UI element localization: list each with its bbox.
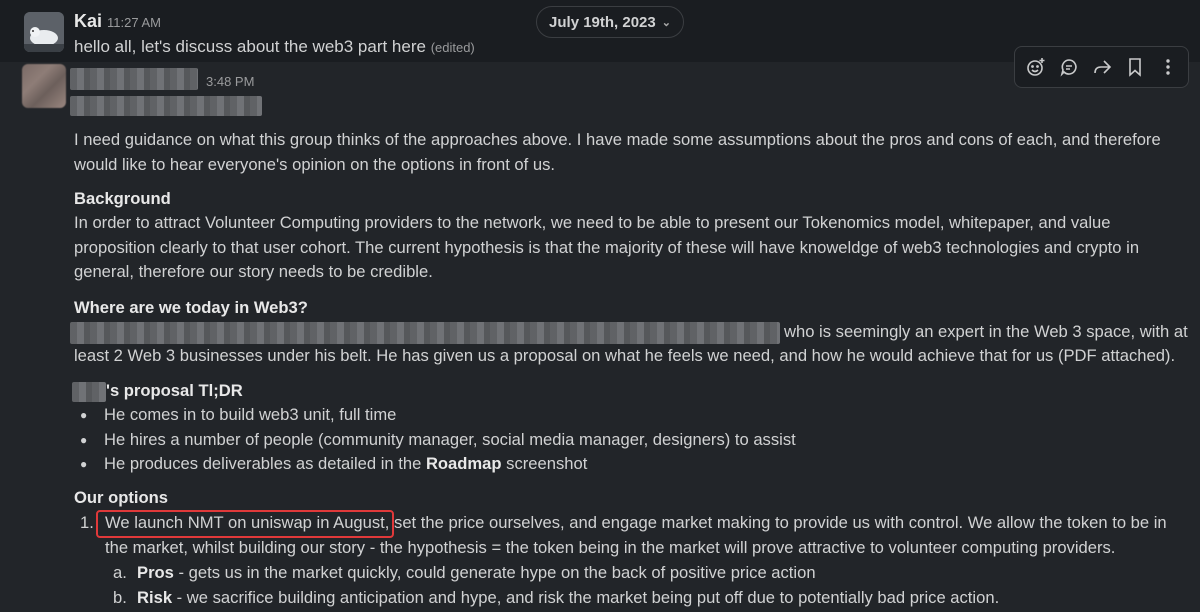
option-1-line2: the market, whilst building our story - … [105,538,1116,557]
redacted-text [70,322,780,344]
date-divider-button[interactable]: July 19th, 2023 ⌄ [536,6,684,38]
message-paragraph-intro: I need guidance on what this group think… [74,130,1161,174]
redacted-text [70,96,262,116]
avatar[interactable] [24,12,64,52]
message-actions-toolbar [1014,46,1189,88]
message-text: hello all, let's discuss about the web3 … [74,37,475,56]
list-item: He comes in to build web3 unit, full tim… [74,403,796,428]
option-1-pros: Pros - gets us in the market quickly, co… [137,563,816,582]
edited-label: (edited) [430,40,475,55]
red-highlight-annotation [96,510,394,538]
heading-proposal: 's proposal Tl;DR [106,381,243,400]
author-name-redacted[interactable] [70,68,198,90]
list-item: He hires a number of people (community m… [74,428,796,453]
proposal-bullet-list: He comes in to build web3 unit, full tim… [74,403,796,477]
sub-list-letter: a. [113,563,127,582]
web3-line1-text: who is seemingly an expert in the Web 3 … [784,322,1188,341]
message-timestamp[interactable]: 11:27 AM [107,15,161,30]
redacted-name [72,382,106,402]
paragraph-background: In order to attract Volunteer Computing … [74,213,1140,281]
forward-icon[interactable] [1088,53,1116,81]
more-actions-icon[interactable] [1154,53,1182,81]
chevron-down-icon: ⌄ [661,16,671,29]
list-number: 1. [80,513,94,532]
web3-line2-text: least 2 Web 3 businesses under his belt.… [74,346,1176,365]
option-1-risk: Risk - we sacrifice building anticipatio… [137,588,1000,607]
bookmark-icon[interactable] [1121,53,1149,81]
reply-in-thread-icon[interactable] [1055,53,1083,81]
heading-options: Our options [74,488,169,507]
avatar-blurred[interactable] [22,64,66,108]
sub-list-letter: b. [113,588,127,607]
list-item: He produces deliverables as detailed in … [74,452,796,477]
message-timestamp[interactable]: 3:48 PM [206,74,254,89]
date-label: July 19th, 2023 [549,13,656,31]
add-reaction-icon[interactable] [1022,53,1050,81]
heading-background: Background [74,189,171,208]
author-name[interactable]: Kai [74,11,102,32]
heading-web3: Where are we today in Web3? [74,298,308,317]
